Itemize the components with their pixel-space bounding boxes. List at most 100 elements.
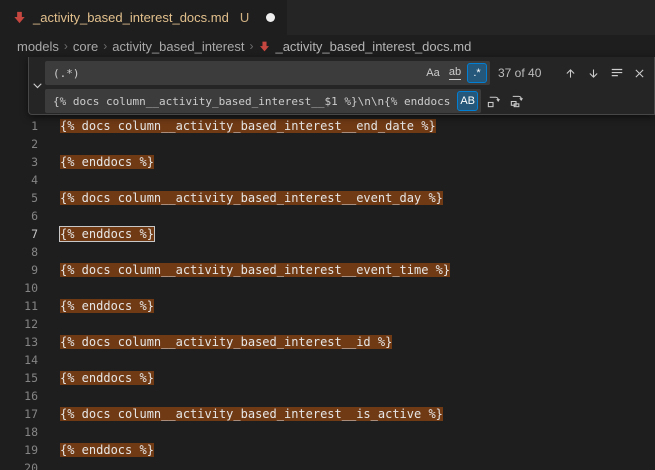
code-text: {% enddocs %} bbox=[60, 297, 154, 315]
breadcrumb-item-core[interactable]: core bbox=[73, 39, 98, 54]
replace-icon bbox=[486, 94, 501, 109]
editor-tab[interactable]: _activity_based_interest_docs.md U bbox=[0, 0, 288, 35]
code-line[interactable]: 20 bbox=[0, 459, 655, 470]
breadcrumb-separator: › bbox=[64, 39, 68, 53]
code-line[interactable]: 7 {% enddocs %} bbox=[0, 225, 655, 243]
close-button[interactable] bbox=[629, 63, 650, 84]
find-match: {% enddocs %} bbox=[60, 443, 154, 457]
arrow-down-icon bbox=[587, 67, 600, 80]
code-line[interactable]: 8 bbox=[0, 243, 655, 261]
code-text: {% enddocs %} bbox=[60, 225, 154, 243]
find-row: Aa ab .* 37 of 40 bbox=[45, 61, 650, 85]
previous-match-button[interactable] bbox=[560, 63, 581, 84]
code-text: {% docs column__activity_based_interest_… bbox=[60, 405, 443, 423]
editor-pane[interactable]: Aa ab .* 37 of 40 bbox=[0, 57, 655, 470]
line-number: 14 bbox=[0, 351, 38, 369]
tab-filename: _activity_based_interest_docs.md bbox=[33, 10, 229, 25]
code-text: {% docs column__activity_based_interest_… bbox=[60, 333, 392, 351]
markdown-file-icon bbox=[258, 40, 271, 53]
unsaved-changes-dot[interactable] bbox=[266, 13, 275, 22]
breadcrumb-separator: › bbox=[249, 39, 253, 53]
selection-lines-icon bbox=[610, 66, 624, 80]
line-number: 3 bbox=[0, 153, 38, 171]
find-match: {% docs column__activity_based_interest_… bbox=[60, 191, 443, 205]
line-number: 5 bbox=[0, 189, 38, 207]
close-icon bbox=[633, 67, 646, 80]
code-line[interactable]: 16 bbox=[0, 387, 655, 405]
preserve-case-button[interactable]: AB bbox=[457, 91, 478, 111]
line-number: 2 bbox=[0, 135, 38, 153]
find-widget-rows: Aa ab .* 37 of 40 bbox=[45, 57, 654, 114]
code-text: {% docs column__activity_based_interest_… bbox=[60, 189, 443, 207]
arrow-up-icon bbox=[564, 67, 577, 80]
next-match-button[interactable] bbox=[583, 63, 604, 84]
toggle-replace-button[interactable] bbox=[29, 57, 45, 114]
line-number: 10 bbox=[0, 279, 38, 297]
code-line[interactable]: 14 bbox=[0, 351, 655, 369]
find-input[interactable] bbox=[45, 67, 423, 80]
code-line[interactable]: 18 bbox=[0, 423, 655, 441]
regex-button[interactable]: .* bbox=[467, 63, 487, 83]
code-line[interactable]: 5 {% docs column__activity_based_interest… bbox=[0, 189, 655, 207]
code-text: {% enddocs %} bbox=[60, 153, 154, 171]
breadcrumb-item-models[interactable]: models bbox=[17, 39, 59, 54]
line-number: 15 bbox=[0, 369, 38, 387]
current-find-match: {% enddocs %} bbox=[60, 227, 154, 241]
match-count: 37 of 40 bbox=[498, 66, 558, 80]
line-number: 7 bbox=[0, 225, 38, 243]
editor-lines: 1{% docs column__activity_based_interest… bbox=[0, 117, 655, 470]
find-input-box: Aa ab .* bbox=[45, 61, 490, 85]
code-line[interactable]: 13 {% docs column__activity_based_interes… bbox=[0, 333, 655, 351]
match-case-button[interactable]: Aa bbox=[423, 63, 443, 83]
code-line[interactable]: 17 {% docs column__activity_based_interes… bbox=[0, 405, 655, 423]
line-number: 6 bbox=[0, 207, 38, 225]
line-number: 13 bbox=[0, 333, 38, 351]
replace-input-box: AB bbox=[45, 89, 481, 113]
code-line[interactable]: 12 bbox=[0, 315, 655, 333]
code-line[interactable]: 9 {% docs column__activity_based_interest… bbox=[0, 261, 655, 279]
breadcrumb-file-label: _activity_based_interest_docs.md bbox=[275, 39, 471, 54]
code-line[interactable]: 11{% enddocs %} bbox=[0, 297, 655, 315]
find-replace-widget: Aa ab .* 37 of 40 bbox=[28, 57, 655, 115]
markdown-file-icon bbox=[12, 10, 27, 25]
code-line[interactable]: 1{% docs column__activity_based_interest… bbox=[0, 117, 655, 135]
breadcrumb-item-file[interactable]: _activity_based_interest_docs.md bbox=[258, 39, 471, 54]
line-number: 19 bbox=[0, 441, 38, 459]
whole-word-button[interactable]: ab bbox=[445, 63, 465, 83]
find-match: {% enddocs %} bbox=[60, 371, 154, 385]
line-number: 4 bbox=[0, 171, 38, 189]
breadcrumb-item-activity-based-interest[interactable]: activity_based_interest bbox=[112, 39, 244, 54]
code-text: {% docs column__activity_based_interest_… bbox=[60, 261, 450, 279]
code-text: {% docs column__activity_based_interest_… bbox=[60, 117, 436, 135]
code-line[interactable]: 4 bbox=[0, 171, 655, 189]
replace-all-button[interactable] bbox=[506, 91, 527, 112]
find-match: {% docs column__activity_based_interest_… bbox=[60, 407, 443, 421]
breadcrumb-separator: › bbox=[103, 39, 107, 53]
line-number: 16 bbox=[0, 387, 38, 405]
find-match: {% docs column__activity_based_interest_… bbox=[60, 119, 436, 133]
breadcrumb: models › core › activity_based_interest … bbox=[0, 35, 655, 57]
find-match: {% enddocs %} bbox=[60, 155, 154, 169]
replace-button[interactable] bbox=[483, 91, 504, 112]
line-number: 17 bbox=[0, 405, 38, 423]
find-options: Aa ab .* bbox=[423, 63, 490, 83]
code-text: {% enddocs %} bbox=[60, 369, 154, 387]
line-number: 8 bbox=[0, 243, 38, 261]
code-line[interactable]: 3 {% enddocs %} bbox=[0, 153, 655, 171]
replace-input[interactable] bbox=[45, 95, 457, 108]
line-number: 9 bbox=[0, 261, 38, 279]
tab-bar: _activity_based_interest_docs.md U bbox=[0, 0, 655, 35]
code-line[interactable]: 19 {% enddocs %} bbox=[0, 441, 655, 459]
find-match: {% docs column__activity_based_interest_… bbox=[60, 263, 450, 277]
line-number: 12 bbox=[0, 315, 38, 333]
find-in-selection-button[interactable] bbox=[606, 63, 627, 84]
code-line[interactable]: 6 bbox=[0, 207, 655, 225]
replace-all-icon bbox=[509, 94, 524, 109]
git-status-badge: U bbox=[240, 10, 249, 25]
code-line[interactable]: 10 bbox=[0, 279, 655, 297]
code-line[interactable]: 15 {% enddocs %} bbox=[0, 369, 655, 387]
code-line[interactable]: 2 bbox=[0, 135, 655, 153]
line-number: 20 bbox=[0, 459, 38, 470]
code-text: {% enddocs %} bbox=[60, 441, 154, 459]
replace-options: AB bbox=[457, 91, 481, 111]
